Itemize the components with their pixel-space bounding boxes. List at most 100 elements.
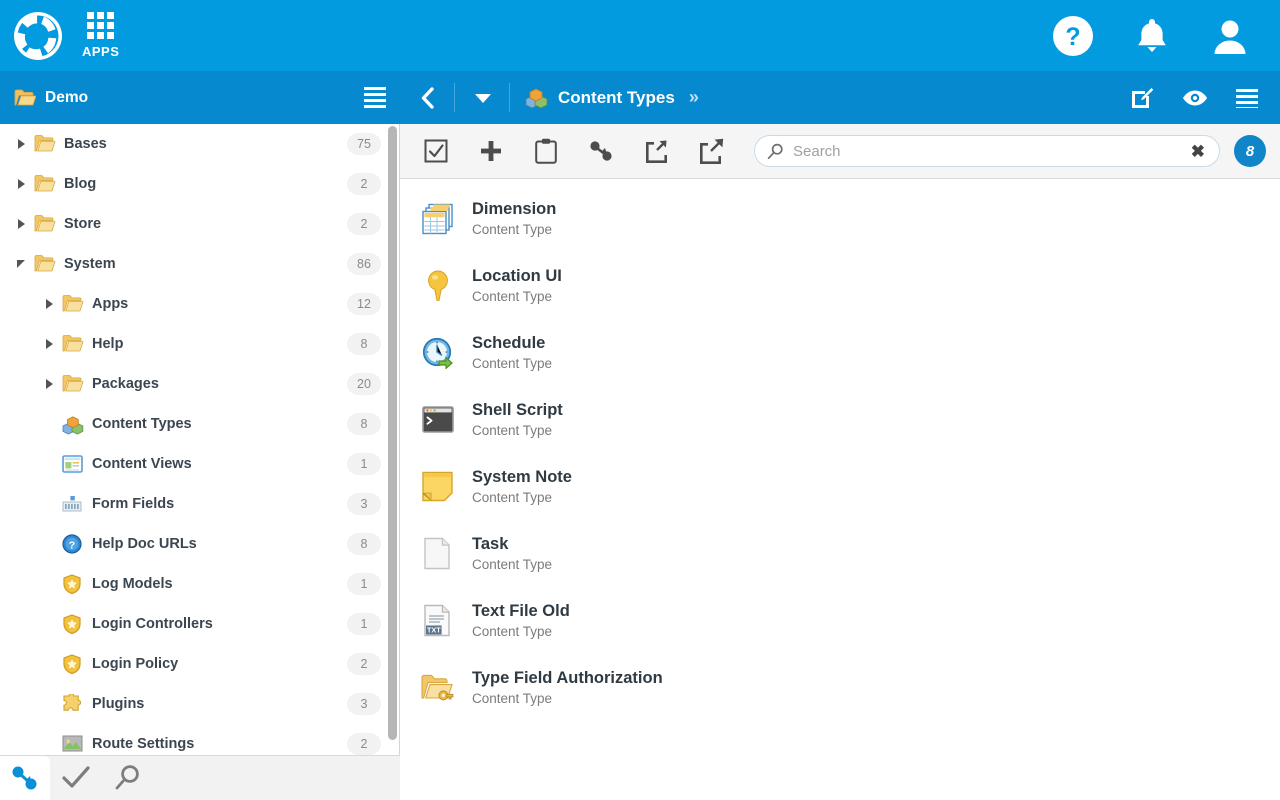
sidebar-item-label: Packages [92, 376, 159, 392]
select-checkbox-button[interactable] [408, 124, 463, 178]
collapse-arrow-icon[interactable] [14, 257, 28, 271]
help-button[interactable]: ? [1052, 15, 1094, 57]
top-app-bar: APPS ? [0, 0, 1280, 71]
list-item[interactable]: DimensionContent Type [400, 185, 1280, 252]
sidebar-item-bases[interactable]: Bases75 [0, 124, 399, 164]
sidebar-item-blog[interactable]: Blog2 [0, 164, 399, 204]
map-pin-icon [422, 269, 454, 303]
sidebar-item-label: Login Controllers [92, 616, 213, 632]
sidebar-item-route-settings[interactable]: Route Settings 2 [0, 724, 399, 755]
sidebar-scrollbar[interactable] [388, 126, 397, 740]
main-content-panel: ✖ 8 DimensionContent TypeLocation UICont… [400, 124, 1280, 800]
list-item[interactable]: Location UIContent Type [400, 252, 1280, 319]
expand-arrow-icon[interactable] [42, 297, 56, 311]
item-count-badge: 8 [347, 533, 381, 555]
table-stack-icon [422, 203, 454, 235]
sidebar-item-help-doc-urls[interactable]: ?Help Doc URLs8 [0, 524, 399, 564]
item-count-badge: 2 [347, 213, 381, 235]
folder-icon [62, 334, 84, 353]
help-doc-icon: ? [62, 534, 84, 554]
apps-launcher-button[interactable]: APPS [82, 12, 119, 59]
list-item[interactable]: Type Field AuthorizationContent Type [400, 654, 1280, 721]
panel-menu-button[interactable] [1236, 88, 1258, 108]
clear-search-button[interactable]: ✖ [1189, 143, 1207, 160]
app-logo[interactable] [0, 11, 76, 61]
arrow-out-box-icon [698, 138, 724, 164]
svg-text:?: ? [69, 539, 75, 551]
add-button[interactable] [463, 124, 518, 178]
sidebar-item-packages[interactable]: Packages 20 [0, 364, 399, 404]
preview-button[interactable] [1182, 89, 1208, 107]
list-item-title: Text File Old [472, 602, 570, 621]
sidebar-item-login-controllers[interactable]: Login Controllers1 [0, 604, 399, 644]
confirm-checkmark-button[interactable] [50, 756, 102, 800]
sidebar-item-content-types[interactable]: Content Types8 [0, 404, 399, 444]
sidebar-item-help[interactable]: Help8 [0, 324, 399, 364]
connector-nodes-button[interactable] [0, 756, 50, 800]
puzzle-piece-icon [62, 694, 84, 714]
tree-spacer [42, 697, 56, 711]
folder-icon [34, 214, 56, 233]
bell-icon [1132, 15, 1172, 57]
badge-icon [62, 574, 82, 595]
list-item[interactable]: TaskContent Type [400, 520, 1280, 587]
list-item-subtitle: Content Type [472, 289, 562, 304]
expand-arrow-icon[interactable] [42, 377, 56, 391]
sidebar-item-system[interactable]: System86 [0, 244, 399, 284]
user-account-button[interactable] [1210, 15, 1250, 57]
folder-icon [34, 174, 56, 193]
folder-icon [62, 374, 84, 393]
route-settings-icon [62, 734, 84, 754]
badge-icon [62, 654, 82, 675]
tree-spacer [42, 657, 56, 671]
search-icon [767, 143, 784, 160]
search-input[interactable] [793, 143, 1189, 160]
history-dropdown-button[interactable] [455, 71, 510, 124]
expand-arrow-icon[interactable] [14, 177, 28, 191]
item-count-badge: 2 [347, 733, 381, 755]
badge-icon [62, 574, 84, 594]
sidebar-item-plugins[interactable]: Plugins3 [0, 684, 399, 724]
workspace-name: Demo [45, 89, 88, 107]
link-nodes-button[interactable] [573, 124, 628, 178]
list-item-subtitle: Content Type [472, 490, 572, 505]
search-box[interactable]: ✖ [754, 135, 1220, 167]
sidebar-item-log-models[interactable]: Log Models1 [0, 564, 399, 604]
edit-button[interactable] [1130, 86, 1154, 110]
back-button[interactable] [400, 71, 455, 124]
sidebar-menu-button[interactable] [364, 87, 386, 108]
list-item-subtitle: Content Type [472, 356, 552, 371]
badge-icon [62, 614, 82, 635]
sidebar-item-label: Login Policy [92, 656, 178, 672]
breadcrumb[interactable]: Content Types [524, 86, 675, 110]
expand-arrow-icon[interactable] [42, 337, 56, 351]
sticky-note-icon [422, 471, 454, 502]
expand-arrow-icon[interactable] [14, 217, 28, 231]
content-views-icon [62, 454, 84, 474]
expand-arrow-icon[interactable] [14, 137, 28, 151]
sidebar-item-content-views[interactable]: Content Views1 [0, 444, 399, 484]
sidebar-bottom-bar [0, 755, 400, 800]
list-item[interactable]: TXTText File OldContent Type [400, 587, 1280, 654]
list-item[interactable]: System NoteContent Type [400, 453, 1280, 520]
export-button[interactable] [683, 124, 738, 178]
sidebar-item-label: Route Settings [92, 736, 194, 752]
list-item-title: Type Field Authorization [472, 669, 663, 688]
panel-tools [1130, 86, 1280, 110]
sidebar-item-store[interactable]: Store2 [0, 204, 399, 244]
notifications-button[interactable] [1132, 15, 1172, 57]
sidebar-item-apps[interactable]: Apps12 [0, 284, 399, 324]
breadcrumb-overflow-button[interactable]: » [689, 87, 699, 108]
sidebar-tree-panel[interactable]: Bases75Blog2Store2System86Apps12Help8Pac… [0, 124, 400, 755]
sidebar-item-label: Content Types [92, 416, 192, 432]
list-item-subtitle: Content Type [472, 222, 556, 237]
terminal-window-icon [422, 405, 454, 434]
list-item[interactable]: ScheduleContent Type [400, 319, 1280, 386]
clipboard-button[interactable] [518, 124, 573, 178]
item-count-badge: 20 [347, 373, 381, 395]
list-item[interactable]: Shell ScriptContent Type [400, 386, 1280, 453]
import-button[interactable] [628, 124, 683, 178]
sidebar-item-login-policy[interactable]: Login Policy2 [0, 644, 399, 684]
sidebar-search-button[interactable] [102, 756, 154, 800]
sidebar-item-form-fields[interactable]: Form Fields3 [0, 484, 399, 524]
